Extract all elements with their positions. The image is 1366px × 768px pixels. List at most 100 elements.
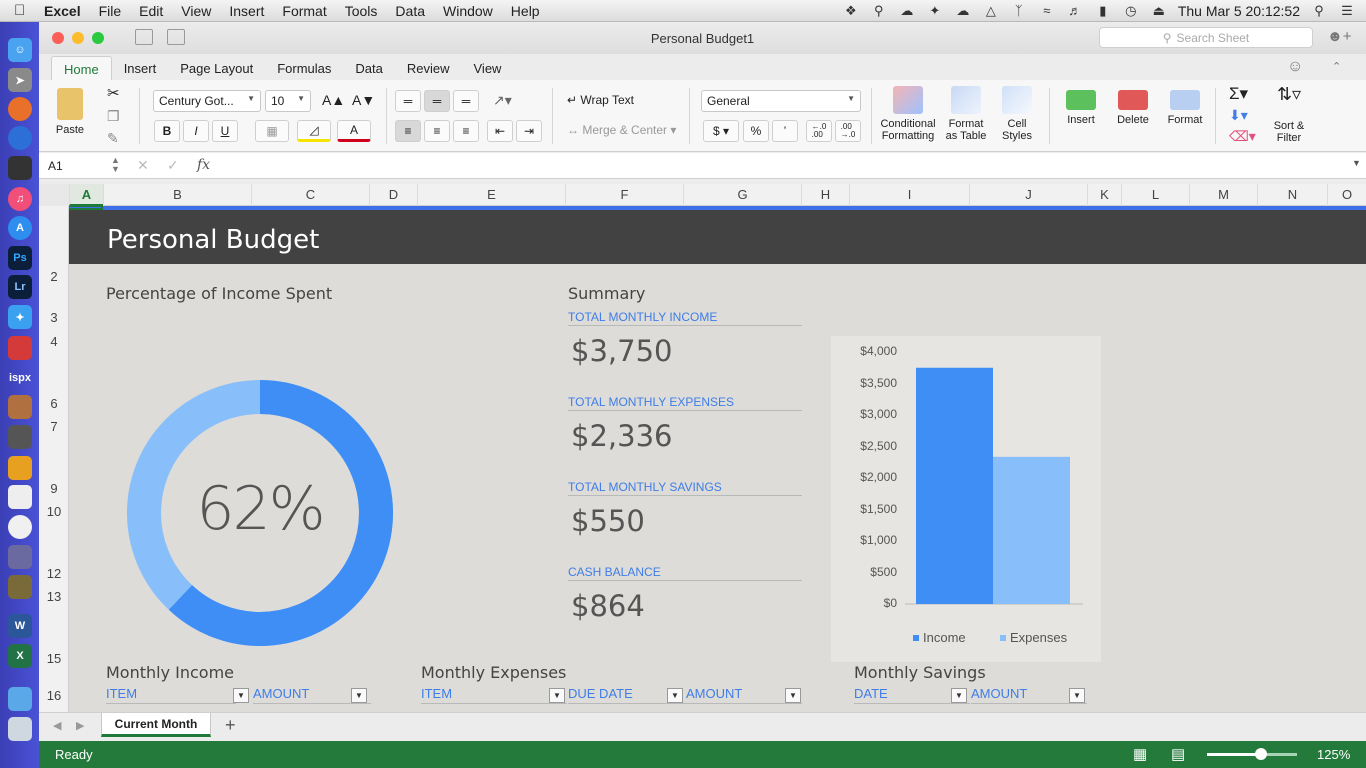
- menu-tools[interactable]: Tools: [336, 3, 387, 19]
- filter-dropdown-icon[interactable]: ▼: [1069, 688, 1085, 703]
- wifi-icon[interactable]: ≈: [1038, 3, 1056, 19]
- income-col-item[interactable]: ITEM: [106, 686, 236, 704]
- lightroom-icon[interactable]: Lr: [8, 275, 32, 299]
- excel-dock-icon[interactable]: X: [8, 644, 32, 668]
- menu-edit[interactable]: Edit: [130, 3, 172, 19]
- twitter-icon[interactable]: ✦: [926, 3, 944, 19]
- drive-icon[interactable]: △: [982, 3, 1000, 19]
- underline-button[interactable]: U: [212, 120, 238, 142]
- fill-color-icon[interactable]: ◿: [297, 120, 331, 142]
- cloud-icon[interactable]: ☁: [898, 3, 916, 19]
- menu-insert[interactable]: Insert: [220, 3, 273, 19]
- prev-sheet-icon[interactable]: ◀: [53, 719, 61, 732]
- spotlight-icon[interactable]: ⚲: [1310, 3, 1328, 19]
- row-header[interactable]: 4: [39, 334, 69, 349]
- align-center-icon[interactable]: ≡: [424, 120, 450, 142]
- downloads-folder-icon[interactable]: [8, 687, 32, 711]
- insert-cells-button[interactable]: Insert: [1059, 90, 1103, 126]
- preview-icon[interactable]: [8, 485, 32, 509]
- decrease-indent-icon[interactable]: ⇤: [487, 120, 513, 142]
- autosum-icon[interactable]: Σ▾: [1229, 84, 1248, 104]
- row-header[interactable]: 16: [39, 688, 69, 703]
- volume-icon[interactable]: ♬: [1066, 3, 1084, 19]
- word-icon[interactable]: W: [8, 614, 32, 638]
- merge-center-button[interactable]: ↔ Merge & Center ▾: [567, 123, 676, 137]
- column-header-d[interactable]: D: [369, 184, 417, 206]
- italic-button[interactable]: I: [183, 120, 209, 142]
- align-left-icon[interactable]: ≡: [395, 120, 421, 142]
- monitor-icon[interactable]: [8, 425, 32, 449]
- menu-help[interactable]: Help: [502, 3, 549, 19]
- finder-icon[interactable]: ☺: [8, 38, 32, 62]
- app-icon[interactable]: [8, 456, 32, 480]
- increase-indent-icon[interactable]: ⇥: [516, 120, 542, 142]
- search-sheet-input[interactable]: ⚲ Search Sheet: [1099, 27, 1313, 48]
- popcorn-icon[interactable]: [8, 336, 32, 360]
- menu-window[interactable]: Window: [434, 3, 502, 19]
- worksheet[interactable]: Personal Budget Percentage of Income Spe…: [69, 206, 1366, 712]
- expand-formula-bar-icon[interactable]: ▼: [1352, 158, 1361, 168]
- formula-input[interactable]: [219, 157, 1339, 175]
- share-user-icon[interactable]: ☻+: [1327, 28, 1352, 45]
- tab-insert[interactable]: Insert: [112, 56, 169, 80]
- row-header[interactable]: 3: [39, 310, 69, 325]
- name-box-stepper-icon[interactable]: ▲ ▼: [111, 156, 120, 174]
- bar-expenses[interactable]: [993, 456, 1070, 604]
- row-header[interactable]: 10: [39, 504, 69, 519]
- filter-dropdown-icon[interactable]: ▼: [785, 688, 801, 703]
- format-painter-icon[interactable]: ✎: [107, 130, 119, 147]
- clear-icon[interactable]: ⌫▾: [1229, 128, 1256, 145]
- virtualbox-icon[interactable]: [8, 545, 32, 569]
- calculator-icon[interactable]: [8, 395, 32, 419]
- increase-decimal-button[interactable]: ←.0 .00: [806, 120, 832, 142]
- format-as-table-button[interactable]: Format as Table: [941, 86, 991, 142]
- creative-cloud-icon[interactable]: ☁: [954, 3, 972, 19]
- column-header-n[interactable]: N: [1257, 184, 1327, 206]
- income-expenses-chart[interactable]: $4,000 $3,500 $3,000 $2,500 $2,000 $1,500 $1,0…: [831, 336, 1101, 662]
- select-all-corner[interactable]: [39, 184, 69, 206]
- conditional-formatting-button[interactable]: Conditional Formatting: [877, 86, 939, 142]
- borders-icon[interactable]: ▦: [255, 120, 289, 142]
- thunderbird-icon[interactable]: [8, 126, 32, 150]
- column-header-k[interactable]: K: [1087, 184, 1121, 206]
- column-header-o[interactable]: O: [1327, 184, 1366, 206]
- cancel-icon[interactable]: ✕: [137, 157, 149, 174]
- menubar-clock[interactable]: Thu Mar 5 20:12:52: [1178, 3, 1300, 19]
- apple-menu-icon[interactable]: : [14, 2, 34, 19]
- column-header-e[interactable]: E: [417, 184, 565, 206]
- menu-view[interactable]: View: [172, 3, 220, 19]
- filter-dropdown-icon[interactable]: ▼: [233, 688, 249, 703]
- format-cells-button[interactable]: Format: [1163, 90, 1207, 126]
- itunes-icon[interactable]: ♫: [8, 187, 32, 211]
- column-header-m[interactable]: M: [1189, 184, 1257, 206]
- expenses-col-item[interactable]: ITEM: [421, 686, 567, 704]
- font-size-select[interactable]: 10 ▼: [265, 90, 311, 112]
- column-header-g[interactable]: G: [683, 184, 801, 206]
- time-machine-icon[interactable]: ◷: [1122, 3, 1140, 19]
- page-layout-view-icon[interactable]: ▤: [1171, 745, 1185, 763]
- filter-dropdown-icon[interactable]: ▼: [951, 688, 967, 703]
- column-header-a[interactable]: A: [69, 184, 103, 206]
- align-right-icon[interactable]: ≡: [453, 120, 479, 142]
- copy-icon[interactable]: ❐: [107, 108, 120, 125]
- row-header[interactable]: 15: [39, 651, 69, 666]
- column-header-f[interactable]: F: [565, 184, 683, 206]
- normal-view-icon[interactable]: ▦: [1133, 745, 1147, 763]
- cut-icon[interactable]: ✂: [107, 84, 120, 102]
- decrease-decimal-button[interactable]: .00 →.0: [835, 120, 861, 142]
- feedback-smiley-icon[interactable]: ☺: [1287, 58, 1303, 76]
- decrease-font-size-icon[interactable]: A▼: [352, 92, 375, 108]
- app-store-icon[interactable]: A: [8, 216, 32, 240]
- percent-button[interactable]: %: [743, 120, 769, 142]
- filter-dropdown-icon[interactable]: ▼: [549, 688, 565, 703]
- fill-icon[interactable]: ⬇▾: [1229, 107, 1248, 124]
- row-header[interactable]: 6: [39, 396, 69, 411]
- twitter-dock-icon[interactable]: ✦: [8, 305, 32, 329]
- tab-formulas[interactable]: Formulas: [265, 56, 343, 80]
- launchpad-icon[interactable]: ➤: [8, 68, 32, 92]
- insert-function-button[interactable]: fx: [197, 157, 210, 173]
- menu-app-excel[interactable]: Excel: [34, 3, 90, 19]
- wrap-text-button[interactable]: ↵ Wrap Text: [567, 93, 634, 107]
- bluetooth-icon[interactable]: ᛉ: [1010, 3, 1028, 19]
- photos-icon[interactable]: [8, 515, 32, 539]
